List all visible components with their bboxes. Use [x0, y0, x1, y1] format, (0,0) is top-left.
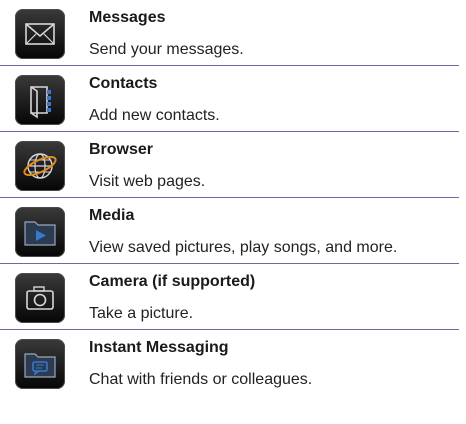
item-title: Instant Messaging: [89, 339, 229, 356]
item-description: Chat with friends or colleagues.: [89, 371, 313, 388]
list-item-messages[interactable]: Messages Send your messages.: [0, 0, 466, 66]
item-description: Take a picture.: [89, 305, 194, 322]
item-description: View saved pictures, play songs, and mor…: [89, 239, 398, 256]
item-title: Media: [89, 207, 135, 224]
item-description: Visit web pages.: [89, 173, 206, 190]
item-description: Add new contacts.: [89, 107, 220, 124]
list-item-instant-messaging[interactable]: Instant Messaging Chat with friends or c…: [0, 330, 466, 396]
media-folder-icon: [15, 207, 65, 257]
camera-icon: [15, 273, 65, 323]
item-title: Contacts: [89, 75, 158, 92]
item-title: Messages: [89, 9, 166, 26]
item-title: Browser: [89, 141, 154, 158]
item-title: Camera (if supported): [89, 273, 256, 290]
app-list: Messages Send your messages. Contacts Ad…: [0, 0, 466, 396]
list-item-camera[interactable]: Camera (if supported) Take a picture.: [0, 264, 466, 330]
address-book-icon: [15, 75, 65, 125]
globe-icon: [15, 141, 65, 191]
list-item-browser[interactable]: Browser Visit web pages.: [0, 132, 466, 198]
list-item-media[interactable]: Media View saved pictures, play songs, a…: [0, 198, 466, 264]
chat-folder-icon: [15, 339, 65, 389]
item-description: Send your messages.: [89, 41, 244, 58]
envelope-icon: [15, 9, 65, 59]
list-item-contacts[interactable]: Contacts Add new contacts.: [0, 66, 466, 132]
